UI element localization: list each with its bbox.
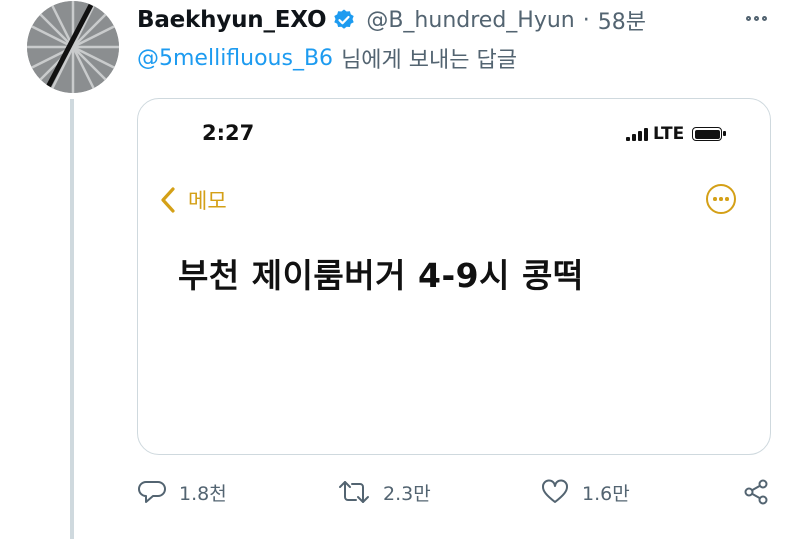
like-count: 1.6만 (582, 482, 630, 505)
signal-icon (626, 127, 648, 141)
like-icon (542, 479, 568, 503)
reply-button[interactable]: 1.8천 (137, 474, 227, 510)
replying-to: @5mellifluous_B6 님에게 보내는 답글 (137, 42, 517, 74)
share-icon (744, 479, 768, 505)
phone-status-time: 2:27 (202, 121, 255, 145)
reply-mention-link[interactable]: @5mellifluous_B6 (137, 46, 333, 71)
reply-to-label: 님에게 보내는 답글 (341, 48, 517, 73)
share-button[interactable] (741, 474, 771, 510)
chevron-left-icon (161, 187, 175, 213)
retweet-icon (339, 481, 369, 503)
reply-count: 1.8천 (179, 482, 227, 505)
tweet-timestamp[interactable]: 58분 (598, 4, 646, 36)
note-text: 부천 제이룸버거 4-9시 콩떡 (178, 256, 584, 295)
battery-icon (692, 127, 727, 141)
ellipsis-circle-icon (706, 184, 736, 214)
phone-status-bar: LTE (626, 124, 727, 144)
retweet-button[interactable]: 2.3만 (337, 474, 431, 510)
display-name[interactable]: Baekhyun_EXO (137, 7, 327, 33)
verified-badge-icon (332, 8, 356, 32)
retweet-count: 2.3만 (383, 482, 431, 505)
more-options-icon[interactable] (738, 4, 774, 32)
tweet-header: Baekhyun_EXO @B_hundred_Hyun · 58분 (137, 4, 777, 36)
like-button[interactable]: 1.6만 (540, 474, 630, 510)
memo-back-label: 메모 (188, 189, 227, 213)
avatar[interactable] (27, 1, 119, 93)
separator-dot: · (582, 7, 590, 33)
tweet-actions: 1.8천 2.3만 1.6만 (137, 474, 777, 510)
user-handle[interactable]: @B_hundred_Hyun (366, 8, 574, 33)
reply-icon (138, 481, 166, 503)
thread-line (70, 99, 74, 539)
media-card[interactable]: 2:27 LTE 메모 부천 제이룸버거 4-9시 콩떡 (137, 98, 771, 455)
network-label: LTE (653, 124, 685, 144)
